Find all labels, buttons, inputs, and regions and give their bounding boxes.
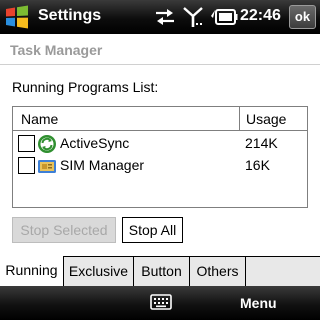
- soft-key-bar: Menu: [0, 286, 320, 320]
- program-checkbox[interactable]: [18, 135, 35, 152]
- tab-others[interactable]: Others: [190, 256, 246, 286]
- column-divider[interactable]: [239, 107, 240, 131]
- sync-arrows-icon[interactable]: [154, 7, 176, 27]
- tab-bar-filler: [246, 256, 320, 286]
- program-usage: 214K: [245, 135, 278, 151]
- keyboard-icon[interactable]: [150, 294, 172, 310]
- tab-exclusive[interactable]: Exclusive: [64, 256, 134, 286]
- battery-icon[interactable]: [210, 8, 238, 26]
- tab-button[interactable]: Button: [134, 256, 190, 286]
- stop-all-button[interactable]: Stop All: [122, 217, 183, 243]
- tab-running[interactable]: Running: [0, 256, 64, 286]
- program-name: ActiveSync: [60, 135, 130, 151]
- sim-manager-icon: [38, 160, 56, 173]
- column-header-name[interactable]: Name: [21, 111, 58, 127]
- list-caption: Running Programs List:: [12, 79, 159, 95]
- title-bar: Settings 22:46 ok: [0, 0, 320, 34]
- header-divider: [0, 64, 320, 65]
- running-programs-list[interactable]: Name Usage ActiveSync 214K SIM Manager 1…: [12, 106, 308, 208]
- clock[interactable]: 22:46: [240, 7, 281, 25]
- tab-bar: Running Exclusive Button Others: [0, 256, 320, 286]
- column-header-usage[interactable]: Usage: [246, 111, 286, 127]
- list-item[interactable]: ActiveSync 214K: [13, 133, 307, 155]
- menu-softkey[interactable]: Menu: [240, 295, 277, 311]
- list-item[interactable]: SIM Manager 16K: [13, 155, 307, 177]
- window-title: Settings: [38, 7, 102, 24]
- activesync-icon: [38, 135, 56, 153]
- signal-strength-icon[interactable]: [182, 6, 204, 28]
- program-usage: 16K: [245, 157, 270, 173]
- program-name: SIM Manager: [60, 157, 145, 173]
- windows-start-icon[interactable]: [4, 5, 30, 29]
- stop-selected-button[interactable]: Stop Selected: [12, 217, 116, 243]
- page-title: Task Manager: [10, 42, 103, 58]
- ok-button[interactable]: ok: [289, 5, 316, 29]
- program-checkbox[interactable]: [18, 157, 35, 174]
- list-header: Name Usage: [13, 107, 307, 131]
